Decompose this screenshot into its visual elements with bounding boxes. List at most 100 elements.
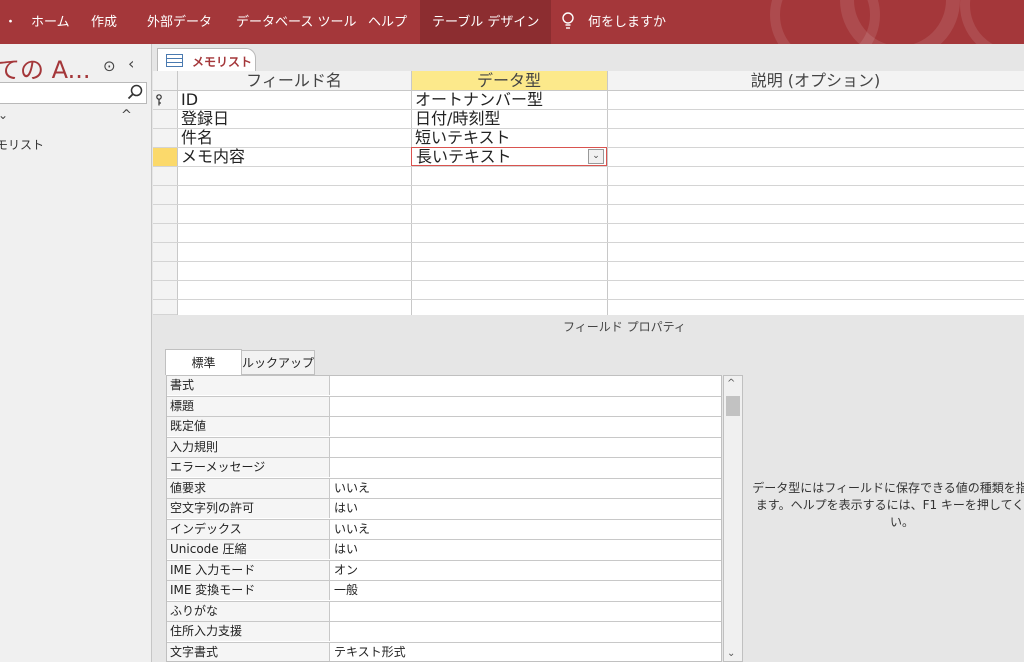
table-row: 登録日 日付/時刻型 bbox=[153, 110, 1024, 129]
property-row: 文字書式 テキスト形式 bbox=[167, 642, 721, 662]
field-name-cell[interactable]: 件名 bbox=[177, 129, 411, 147]
scroll-down-icon[interactable]: ⌄ bbox=[727, 648, 735, 659]
ribbon: ・ ホーム 作成 外部データ データベース ツール ヘルプ テーブル デザイン … bbox=[0, 0, 1024, 44]
property-row: 住所入力支援 bbox=[167, 622, 721, 643]
property-name[interactable]: ふりがな bbox=[167, 601, 330, 621]
property-row: 書式 bbox=[167, 376, 721, 397]
description-cell[interactable] bbox=[607, 129, 1024, 147]
nav-item-memo-list[interactable]: モリスト bbox=[0, 136, 44, 153]
tell-me-search[interactable]: 何をしますか bbox=[588, 0, 666, 44]
property-name[interactable]: エラーメッセージ bbox=[167, 458, 330, 477]
property-row: IME 入力モード オン bbox=[167, 560, 721, 581]
table-design-grid: フィールド名 データ型 説明 (オプション) ID オートナンバー型 登録日 日… bbox=[153, 71, 1024, 315]
property-value[interactable]: はい bbox=[331, 540, 721, 559]
data-type-cell[interactable]: 短いテキスト bbox=[411, 129, 607, 147]
field-name-cell[interactable]: メモ内容 bbox=[177, 148, 411, 166]
table-icon bbox=[166, 54, 183, 67]
circle-chevron-down-icon[interactable]: ⊙ bbox=[103, 57, 116, 75]
property-row: 入力規則 bbox=[167, 437, 721, 458]
data-type-select-value: 長いテキスト bbox=[416, 148, 512, 166]
property-value[interactable]: 一般 bbox=[331, 581, 721, 600]
property-name[interactable]: IME 変換モード bbox=[167, 581, 330, 600]
property-name[interactable]: 値要求 bbox=[167, 478, 330, 498]
description-cell[interactable] bbox=[607, 91, 1024, 109]
header-description: 説明 (オプション) bbox=[607, 71, 1024, 91]
vertical-scrollbar[interactable]: ^ ⌄ bbox=[723, 375, 743, 662]
tab-external-data[interactable]: 外部データ bbox=[147, 0, 212, 44]
property-name[interactable]: 住所入力支援 bbox=[167, 622, 330, 641]
property-name[interactable]: 空文字列の許可 bbox=[167, 499, 330, 518]
property-name[interactable]: 文字書式 bbox=[167, 642, 330, 661]
property-value[interactable]: テキスト形式 bbox=[331, 643, 721, 662]
tab-home[interactable]: ホーム bbox=[31, 0, 70, 44]
search-icon[interactable] bbox=[127, 84, 143, 100]
property-name[interactable]: 書式 bbox=[167, 376, 330, 395]
property-value[interactable] bbox=[331, 622, 721, 641]
property-name[interactable]: IME 入力モード bbox=[167, 560, 330, 580]
property-value[interactable] bbox=[331, 438, 721, 457]
property-name[interactable]: 既定値 bbox=[167, 417, 330, 436]
tab-table-design[interactable]: テーブル デザイン bbox=[420, 0, 552, 44]
table-row-empty[interactable] bbox=[153, 262, 1024, 281]
table-row-empty[interactable] bbox=[153, 205, 1024, 224]
data-type-select[interactable]: 長いテキスト ⌄ bbox=[411, 147, 607, 166]
nav-search-input[interactable] bbox=[0, 82, 147, 104]
property-row: ふりがな bbox=[167, 601, 721, 622]
chevron-left-icon[interactable]: ‹ bbox=[128, 54, 134, 73]
header-field-name: フィールド名 bbox=[177, 71, 411, 91]
chevron-down-icon[interactable]: ⌄ bbox=[0, 108, 8, 122]
table-row-empty[interactable] bbox=[153, 224, 1024, 243]
property-name[interactable]: インデックス bbox=[167, 519, 330, 539]
property-value[interactable]: オン bbox=[331, 561, 721, 580]
tab-memo-list[interactable]: メモリスト bbox=[157, 48, 256, 72]
table-row-empty[interactable] bbox=[153, 167, 1024, 186]
field-properties-table: 書式 標題 既定値 入力規則 エラーメッセージ 値要求 いいえ 空文字列の許可 … bbox=[166, 375, 722, 662]
tab-standard[interactable]: 標準 bbox=[165, 349, 242, 375]
property-value[interactable] bbox=[331, 458, 721, 477]
property-name[interactable]: Unicode 圧縮 bbox=[167, 540, 330, 559]
property-row: インデックス いいえ bbox=[167, 519, 721, 540]
property-row: 空文字列の許可 はい bbox=[167, 499, 721, 520]
table-row-empty[interactable] bbox=[153, 243, 1024, 262]
property-row: Unicode 圧縮 はい bbox=[167, 540, 721, 561]
property-value[interactable] bbox=[331, 376, 721, 395]
scroll-up-icon[interactable]: ^ bbox=[727, 378, 735, 389]
property-value[interactable]: はい bbox=[331, 499, 721, 518]
chevron-up-icon[interactable]: ^ bbox=[121, 108, 132, 123]
table-row: ID オートナンバー型 bbox=[153, 91, 1024, 110]
nav-pane-title[interactable]: ての A... bbox=[0, 50, 91, 85]
navigation-pane: ての A... ⊙ ‹ ⌄ ^ モリスト bbox=[0, 44, 152, 662]
tab-create[interactable]: 作成 bbox=[91, 0, 117, 44]
ribbon-decoration bbox=[960, 0, 1024, 44]
field-name-cell[interactable]: ID bbox=[177, 91, 411, 109]
table-row-empty[interactable] bbox=[153, 281, 1024, 300]
property-row: 値要求 いいえ bbox=[167, 478, 721, 499]
field-properties-title: フィールド プロパティ bbox=[563, 320, 686, 334]
scrollbar-thumb[interactable] bbox=[726, 396, 740, 416]
property-value[interactable] bbox=[331, 417, 721, 436]
row-selector[interactable] bbox=[153, 300, 177, 315]
field-name-cell[interactable]: 登録日 bbox=[177, 110, 411, 128]
tab-lookup[interactable]: ルックアップ bbox=[242, 350, 315, 375]
property-value[interactable]: いいえ bbox=[331, 479, 721, 498]
tab-help[interactable]: ヘルプ bbox=[368, 0, 407, 44]
help-text: データ型にはフィールドに保存できる値の種類を指定します。ヘルプを表示するには、F… bbox=[752, 481, 1024, 529]
property-row: IME 変換モード 一般 bbox=[167, 581, 721, 602]
tab-database-tools[interactable]: データベース ツール bbox=[236, 0, 356, 44]
data-type-cell[interactable]: 日付/時刻型 bbox=[411, 110, 607, 128]
row-selector-header bbox=[153, 71, 177, 91]
description-cell[interactable] bbox=[607, 148, 1024, 166]
property-value[interactable] bbox=[331, 602, 721, 621]
ribbon-left-fragment: ・ bbox=[4, 15, 18, 30]
lightbulb-icon bbox=[561, 0, 575, 44]
table-row-empty[interactable] bbox=[153, 186, 1024, 205]
data-type-cell[interactable]: オートナンバー型 bbox=[411, 91, 607, 109]
property-name[interactable]: 標題 bbox=[167, 396, 330, 416]
property-name[interactable]: 入力規則 bbox=[167, 437, 330, 457]
table-row: 件名 短いテキスト bbox=[153, 129, 1024, 148]
chevron-down-icon[interactable]: ⌄ bbox=[588, 149, 604, 164]
header-data-type: データ型 bbox=[411, 71, 607, 91]
property-value[interactable] bbox=[331, 397, 721, 416]
description-cell[interactable] bbox=[607, 110, 1024, 128]
property-value[interactable]: いいえ bbox=[331, 520, 721, 539]
